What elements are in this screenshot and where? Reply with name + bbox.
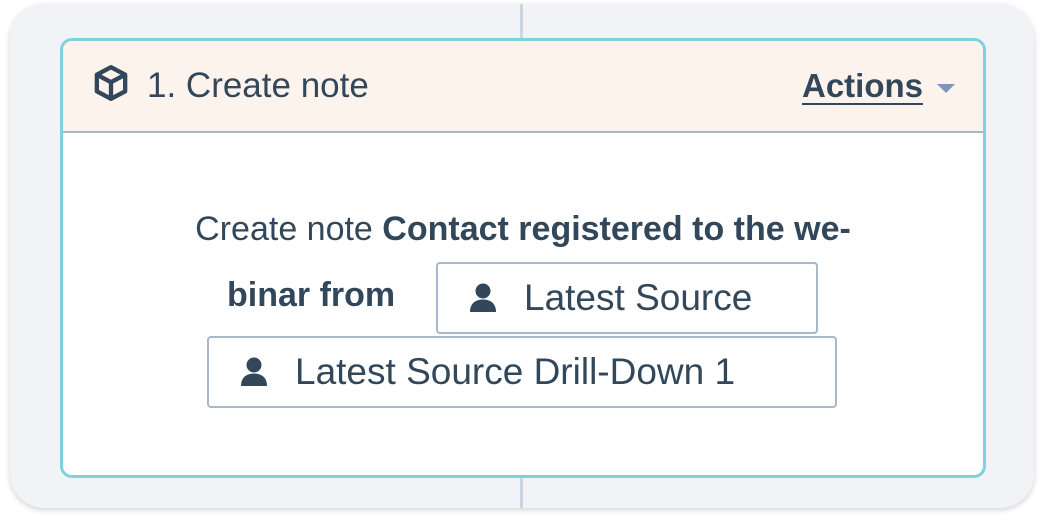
note-description-line1: Create note Contact registered to the we…	[0, 210, 1046, 249]
card-header-left: 1. Create note	[91, 65, 369, 106]
card-title: 1. Create note	[147, 66, 369, 105]
cube-icon	[94, 65, 128, 102]
property-token-latest-source[interactable]: Latest Source	[436, 262, 818, 334]
person-icon	[470, 283, 496, 312]
note-prefix: Create note	[195, 210, 383, 248]
token-label: Latest Source	[524, 277, 753, 318]
connector-line-top	[520, 4, 523, 40]
note-subject-line2: binar from	[227, 276, 396, 314]
action-card[interactable]: 1. Create note Actions	[60, 38, 986, 478]
property-token-latest-source-drill-down-1[interactable]: Latest Source Drill-Down 1	[207, 336, 837, 408]
card-header: 1. Create note Actions	[63, 41, 983, 133]
actions-dropdown[interactable]: Actions	[802, 67, 955, 105]
token-label: Latest Source Drill-Down 1	[295, 351, 736, 392]
note-subject-line1: Contact registered to the we-	[382, 210, 851, 248]
connector-line-bottom	[520, 476, 523, 508]
actions-label[interactable]: Actions	[802, 67, 923, 105]
person-icon	[241, 357, 267, 386]
caret-down-icon[interactable]	[937, 83, 955, 93]
